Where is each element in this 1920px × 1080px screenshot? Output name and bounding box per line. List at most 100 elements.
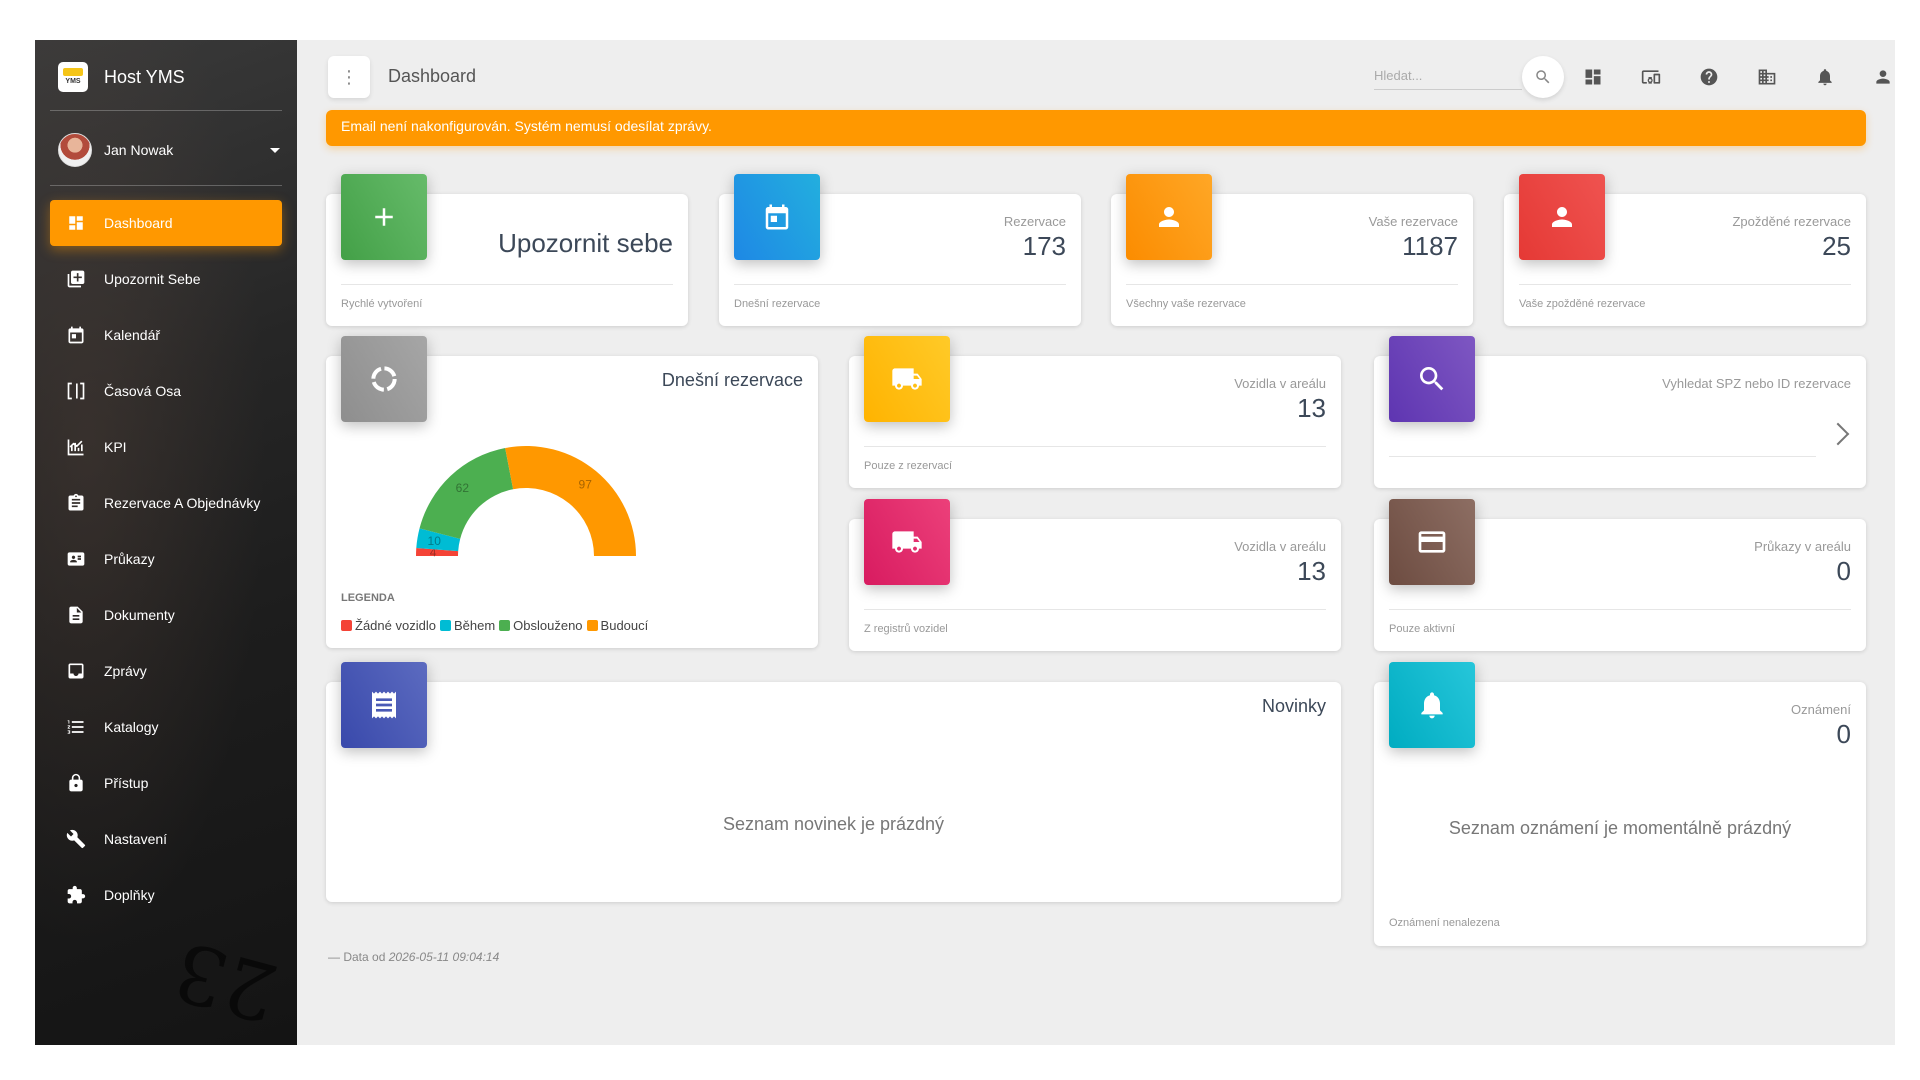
bell-icon: [1818, 69, 1832, 86]
card-footer: Oznámení nenalezena: [1389, 917, 1500, 929]
card-my-reservations[interactable]: Vaše rezervace 1187 Všechny vaše rezerva…: [1111, 174, 1473, 326]
search-icon: [1536, 70, 1550, 84]
truck-icon: [892, 531, 922, 553]
card-notify-self[interactable]: Upozornit sebe Rychlé vytvoření: [326, 174, 688, 326]
card-value: 13: [1297, 393, 1326, 423]
sidebar-background-image-text: 23: [164, 923, 288, 1040]
card-category: Rezervace: [1003, 214, 1066, 229]
gauge-data-label: 10: [428, 534, 442, 548]
legend-item: Budoucí: [586, 618, 648, 633]
badge-icon: [65, 548, 87, 570]
card-today-reservations-chart: Dnešní rezervace 4 10 62 97 LEGENDA Žádné v…: [326, 336, 818, 648]
card-value: 25: [1822, 231, 1851, 261]
add-icon-box: [341, 174, 427, 260]
card-search-spz[interactable]: Vyhledat SPZ nebo ID rezervace: [1374, 336, 1866, 488]
card-footer: Dnešní rezervace: [734, 298, 821, 310]
legend-item: Žádné vozidlo: [341, 618, 436, 633]
card-divider: [864, 446, 1326, 447]
chevron-right-icon[interactable]: [1826, 422, 1850, 446]
help-button[interactable]: [1696, 64, 1722, 90]
card-category: Průkazy v areálu: [1754, 539, 1851, 554]
chevron-down-icon: [270, 147, 280, 153]
sidebar-nav: Dashboard Upozornit Sebe Kalendář Časová…: [50, 200, 282, 928]
sidebar-item-doplnky[interactable]: Doplňky: [50, 872, 282, 918]
calendar-icon-box: [734, 174, 820, 260]
card-icon-box: [1389, 499, 1475, 585]
gauge-data-label: 97: [579, 477, 593, 491]
user-name: Jan Nowak: [104, 142, 174, 158]
bell-icon: [1421, 692, 1443, 719]
card-footer: Vaše zpožděné rezervace: [1519, 298, 1646, 310]
legend-item: Obslouženo: [499, 618, 583, 633]
search-input[interactable]: [1374, 62, 1522, 88]
card-divider: [341, 284, 673, 285]
top-navbar: ⋮ Dashboard: [328, 56, 1890, 98]
clipboard-icon: [65, 492, 87, 514]
data-timestamp: — Data od 2026-05-11 09:04:14: [328, 950, 500, 964]
card-category: Zpožděné rezervace: [1732, 214, 1851, 229]
sidebar-item-casova-osa[interactable]: Časová Osa: [50, 368, 282, 414]
building-icon: [1758, 69, 1776, 85]
email-warning-alert: Email není nakonfigurován. Systém nemusí…: [326, 110, 1866, 146]
card-category: Vozidla v areálu: [1234, 539, 1326, 554]
page-title: Dashboard: [388, 66, 477, 86]
user-menu[interactable]: Jan Nowak: [58, 132, 280, 168]
sidebar-item-kpi[interactable]: KPI: [50, 424, 282, 470]
card-category: Vyhledat SPZ nebo ID rezervace: [1662, 376, 1851, 391]
devices-button[interactable]: [1638, 64, 1664, 90]
company-button[interactable]: [1754, 64, 1780, 90]
minimize-sidebar-button[interactable]: ⋮: [328, 56, 370, 98]
sidebar-item-dokumenty[interactable]: Dokumenty: [50, 592, 282, 638]
card-vehicles-reservations[interactable]: Vozidla v areálu 13 Pouze z rezervací: [849, 336, 1341, 488]
list-icon: [65, 716, 87, 738]
truck-icon-box: [864, 336, 950, 422]
card-passes[interactable]: Průkazy v areálu 0 Pouze aktivní: [1374, 499, 1866, 651]
gauge-data-label: 62: [456, 481, 470, 495]
sidebar-item-pristup[interactable]: Přístup: [50, 760, 282, 806]
card-title: Novinky: [1261, 696, 1326, 716]
gauge-segment[interactable]: [505, 446, 636, 556]
card-value: 0: [1836, 719, 1851, 749]
devices-icon: [1641, 70, 1661, 84]
sidebar-item-kalendar[interactable]: Kalendář: [50, 312, 282, 358]
card-category: Oznámení: [1791, 702, 1851, 717]
add-box-icon: [65, 268, 87, 290]
timeline-icon: [65, 380, 87, 402]
avatar: [58, 133, 92, 167]
card-reservations[interactable]: Rezervace 173 Dnešní rezervace: [719, 174, 1081, 326]
inbox-icon: [65, 660, 87, 682]
sidebar-item-prukazy[interactable]: Průkazy: [50, 536, 282, 582]
dashboard-nav-button[interactable]: [1580, 64, 1606, 90]
gauge-chart: 41062 97: [416, 446, 636, 560]
legend-swatch: [499, 620, 511, 631]
sidebar-item-rezervace[interactable]: Rezervace A Objednávky: [50, 480, 282, 526]
search-button[interactable]: [1522, 56, 1564, 98]
empty-news-message: Seznam novinek je prázdný: [722, 814, 945, 834]
sidebar-item-upozornit-sebe[interactable]: Upozornit Sebe: [50, 256, 282, 302]
calendar-icon: [765, 204, 789, 230]
card-value: 173: [1022, 231, 1066, 261]
search-icon-box: [1389, 336, 1475, 422]
sidebar-item-zpravy[interactable]: Zprávy: [50, 648, 282, 694]
card-footer: Všechny vaše rezervace: [1126, 298, 1246, 310]
spz-input-underline[interactable]: [1389, 456, 1816, 457]
sidebar-divider: [50, 185, 282, 186]
sidebar-item-nastaveni[interactable]: Nastavení: [50, 816, 282, 862]
card-divider: [734, 284, 1066, 285]
puzzle-icon: [65, 884, 87, 906]
brand[interactable]: YMS Host YMS: [58, 60, 185, 94]
card-footer: Rychlé vytvoření: [341, 298, 423, 310]
card-value: 13: [1297, 556, 1326, 586]
empty-notifications-message: Seznam oznámení je momentálně prázdný: [1448, 818, 1792, 838]
truck-icon: [892, 368, 922, 390]
sidebar-item-katalogy[interactable]: Katalogy: [50, 704, 282, 750]
profile-button[interactable]: [1870, 64, 1895, 90]
sidebar-divider: [50, 110, 282, 111]
card-category: Vozidla v areálu: [1234, 376, 1326, 391]
card-value: 0: [1836, 556, 1851, 586]
card-vehicles-registry[interactable]: Vozidla v areálu 13 Z registrů vozidel: [849, 499, 1341, 651]
sidebar-item-dashboard[interactable]: Dashboard: [50, 200, 282, 246]
notifications-button[interactable]: [1812, 64, 1838, 90]
card-late-reservations[interactable]: Zpožděné rezervace 25 Vaše zpožděné reze…: [1504, 174, 1866, 326]
dashboard-icon: [65, 212, 87, 234]
